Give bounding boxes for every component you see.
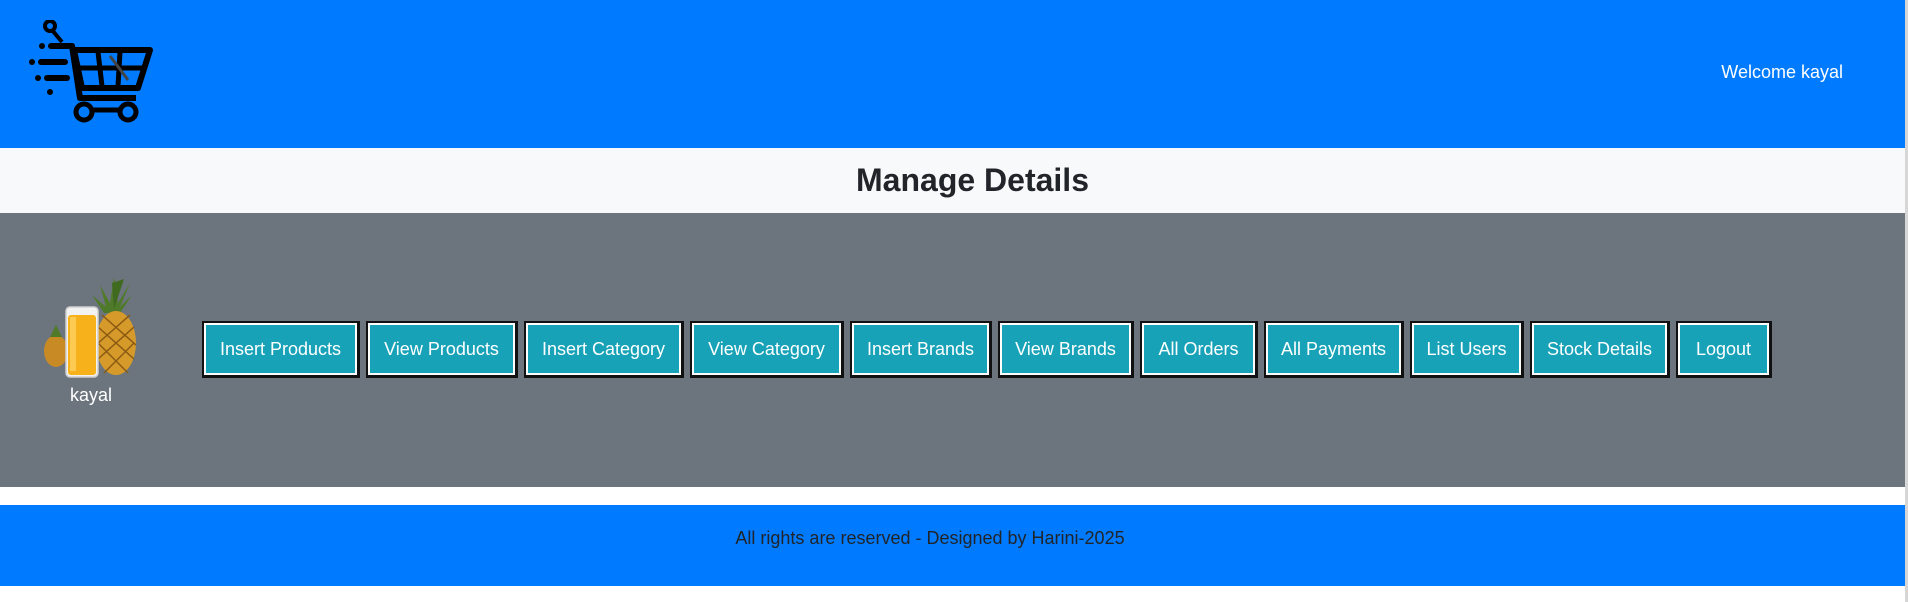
admin-panel: kayal Insert Products View Products Inse… [0, 213, 1905, 487]
view-category-button[interactable]: View Category [690, 321, 844, 378]
page: Welcome kayal Manage Details kayal Inser… [0, 0, 1908, 602]
all-payments-button[interactable]: All Payments [1264, 321, 1404, 378]
footer: All rights are reserved - Designed by Ha… [0, 505, 1905, 586]
top-navbar: Welcome kayal [0, 0, 1905, 148]
all-orders-button[interactable]: All Orders [1140, 321, 1258, 378]
logout-button[interactable]: Logout [1676, 321, 1772, 378]
page-title: Manage Details [856, 162, 1089, 198]
admin-profile: kayal [36, 273, 146, 423]
view-brands-button[interactable]: View Brands [998, 321, 1134, 378]
admin-actions: Insert Products View Products Insert Cat… [202, 321, 1772, 378]
shopping-cart-logo-icon[interactable] [28, 20, 156, 124]
insert-products-button[interactable]: Insert Products [202, 321, 360, 378]
stock-details-button[interactable]: Stock Details [1530, 321, 1670, 378]
welcome-text: Welcome kayal [1721, 62, 1843, 82]
insert-brands-button[interactable]: Insert Brands [850, 321, 992, 378]
admin-username: kayal [69, 385, 113, 405]
view-products-button[interactable]: View Products [366, 321, 518, 378]
juice-pineapple-image [44, 277, 137, 378]
footer-text: All rights are reserved - Designed by Ha… [735, 528, 1125, 548]
list-users-button[interactable]: List Users [1410, 321, 1524, 378]
page-title-bar: Manage Details [0, 148, 1905, 213]
insert-category-button[interactable]: Insert Category [524, 321, 684, 378]
